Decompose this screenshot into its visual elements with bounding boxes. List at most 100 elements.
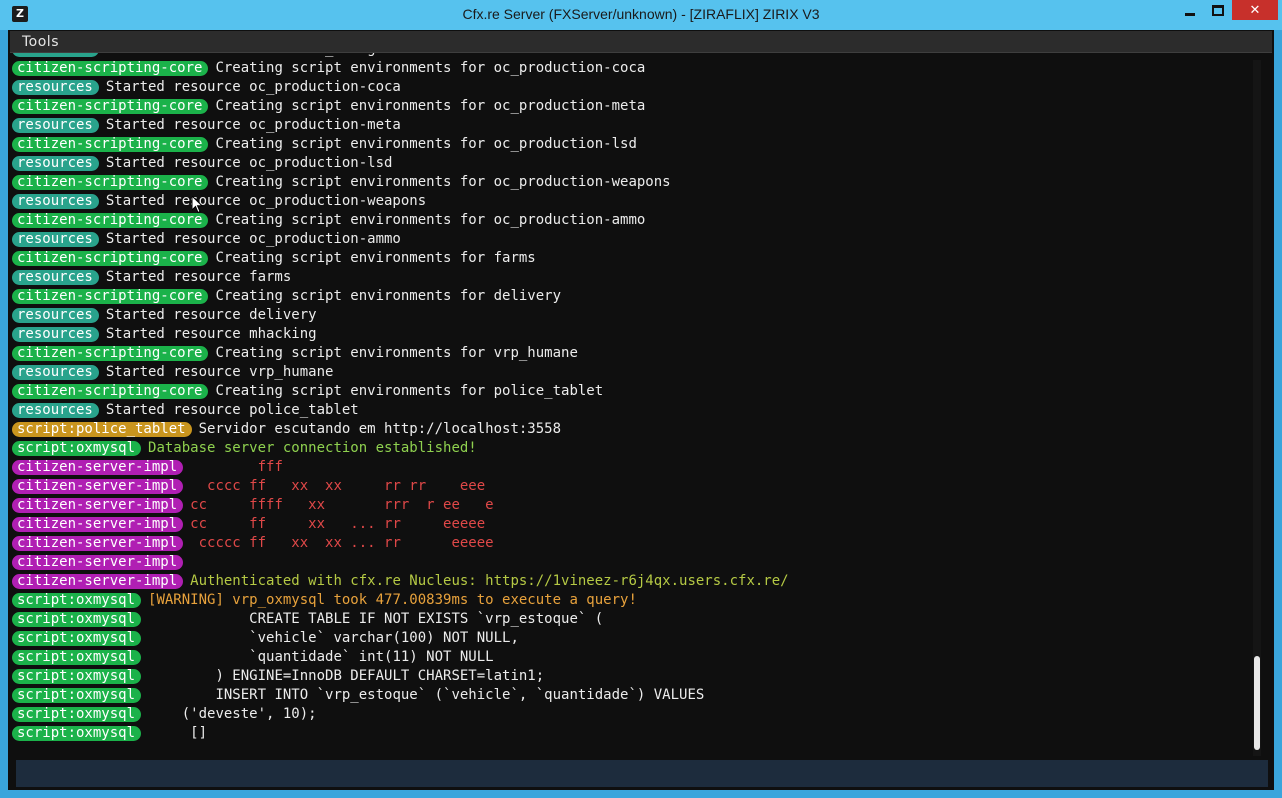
close-icon: ✕ bbox=[1249, 2, 1261, 18]
source-tag: citizen-scripting-core bbox=[12, 289, 209, 304]
console-line: script:oxmysql CREATE TABLE IF NOT EXIST… bbox=[12, 610, 603, 629]
log-message: [] bbox=[148, 725, 208, 741]
console-line: script:oxmysql INSERT INTO `vrp_estoque`… bbox=[12, 686, 704, 705]
log-message: Started resource oc_production-coca bbox=[105, 79, 401, 95]
console-line: citizen-scripting-core Creating script en… bbox=[12, 97, 645, 116]
log-message: Creating script environments for farms bbox=[215, 250, 536, 266]
source-tag: resources bbox=[12, 194, 99, 209]
log-message: cc ff xx ... rr eeeee bbox=[190, 516, 486, 532]
log-message: Started resource farms bbox=[105, 269, 292, 285]
console-scrollbar[interactable] bbox=[1253, 60, 1261, 756]
title-bar[interactable]: Z Cfx.re Server (FXServer/unknown) - [ZI… bbox=[0, 0, 1282, 30]
console-line: script:oxmysql [] bbox=[12, 724, 207, 743]
console-line: citizen-server-impl fff bbox=[12, 458, 283, 477]
source-tag: resources bbox=[12, 53, 99, 57]
console-line: citizen-server-impl Authenticated with cf… bbox=[12, 572, 789, 591]
console-line: citizen-scripting-core Creating script en… bbox=[12, 211, 645, 230]
console-line: citizen-server-impl cc ffff xx rrr r ee e bbox=[12, 496, 494, 515]
source-tag: resources bbox=[12, 118, 99, 133]
source-tag: script:oxmysql bbox=[12, 593, 142, 608]
minimize-button[interactable] bbox=[1176, 0, 1204, 20]
console-line: citizen-scripting-core Creating script en… bbox=[12, 287, 561, 306]
log-message: Started resource oc_production-weapons bbox=[105, 193, 427, 209]
maximize-button[interactable] bbox=[1204, 0, 1232, 20]
source-tag: resources bbox=[12, 80, 99, 95]
minimize-icon bbox=[1185, 12, 1195, 16]
source-tag: script:oxmysql bbox=[12, 707, 142, 722]
log-message: Database server connection established! bbox=[148, 440, 477, 456]
source-tag: citizen-server-impl bbox=[12, 517, 184, 532]
console-line: resources Started resource mhacking bbox=[12, 325, 317, 344]
source-tag: citizen-server-impl bbox=[12, 479, 184, 494]
source-tag: citizen-scripting-core bbox=[12, 213, 209, 228]
log-message: Started resource mhacking bbox=[105, 326, 317, 342]
log-message: Servidor escutando em http://localhost:3… bbox=[198, 421, 562, 437]
console-line: citizen-server-impl cccc ff xx xx rr rr … bbox=[12, 477, 485, 496]
source-tag: resources bbox=[12, 270, 99, 285]
source-tag: script:oxmysql bbox=[12, 631, 142, 646]
console-output: resourcesStarted resource lscustoms_chan… bbox=[12, 53, 1250, 757]
log-message: Started resource delivery bbox=[105, 307, 317, 323]
mouse-cursor-icon bbox=[192, 196, 204, 214]
scrollbar-thumb[interactable] bbox=[1254, 656, 1260, 750]
source-tag: resources bbox=[12, 403, 99, 418]
console-line: resources Started resource oc_production-… bbox=[12, 230, 401, 249]
console-line: citizen-scripting-core Creating script en… bbox=[12, 135, 637, 154]
source-tag: resources bbox=[12, 327, 99, 342]
log-message: Creating script environments for oc_prod… bbox=[215, 136, 637, 152]
source-tag: citizen-server-impl bbox=[12, 536, 184, 551]
source-tag: script:oxmysql bbox=[12, 650, 142, 665]
console-line: citizen-scripting-core Creating script en… bbox=[12, 173, 671, 192]
console-line: citizen-scripting-core Creating script en… bbox=[12, 382, 603, 401]
source-tag: citizen-server-impl bbox=[12, 498, 184, 513]
log-message: Started resource vrp_humane bbox=[105, 364, 334, 380]
log-message: INSERT INTO `vrp_estoque` (`vehicle`, `q… bbox=[148, 687, 705, 703]
source-tag: resources bbox=[12, 308, 99, 323]
console-line: script:oxmysql `quantidade` int(11) NOT … bbox=[12, 648, 494, 667]
source-tag: citizen-server-impl bbox=[12, 574, 184, 589]
log-message: Started resource oc_production-lsd bbox=[105, 155, 393, 171]
log-message: cc ffff xx rrr r ee e bbox=[190, 497, 494, 513]
console-line: citizen-scripting-core Creating script en… bbox=[12, 249, 536, 268]
source-tag: citizen-scripting-core bbox=[12, 346, 209, 361]
console-line: script:police_tablet Servidor escutando e… bbox=[12, 420, 561, 439]
source-tag: citizen-scripting-core bbox=[12, 61, 209, 76]
log-message: Creating script environments for oc_prod… bbox=[215, 174, 671, 190]
console-line: script:oxmysql ) ENGINE=InnoDB DEFAULT C… bbox=[12, 667, 544, 686]
console-line: script:oxmysql ('deveste', 10); bbox=[12, 705, 317, 724]
console-line: resources Started resource vrp_humane bbox=[12, 363, 333, 382]
console-line: script:oxmysql [WARNING] vrp_oxmysql took… bbox=[12, 591, 637, 610]
console-line: resources Started resource farms bbox=[12, 268, 291, 287]
source-tag: citizen-server-impl bbox=[12, 460, 184, 475]
log-message: [WARNING] vrp_oxmysql took 477.00839ms t… bbox=[148, 592, 637, 608]
source-tag: script:oxmysql bbox=[12, 669, 142, 684]
console-line: resources Started resource oc_production-… bbox=[12, 154, 392, 173]
source-tag: resources bbox=[12, 365, 99, 380]
log-message: Started resource oc_production-meta bbox=[105, 117, 401, 133]
log-message: Creating script environments for oc_prod… bbox=[215, 60, 646, 76]
source-tag: citizen-scripting-core bbox=[12, 137, 209, 152]
log-message: Started resource oc_production-ammo bbox=[105, 231, 401, 247]
log-message: Creating script environments for police_… bbox=[215, 383, 604, 399]
log-message: Authenticated with cfx.re Nucleus: https… bbox=[190, 573, 789, 589]
source-tag: script:oxmysql bbox=[12, 612, 142, 627]
console-line: citizen-scripting-core Creating script en… bbox=[12, 59, 645, 78]
close-button[interactable]: ✕ bbox=[1232, 0, 1278, 20]
console-line: resources Started resource oc_production-… bbox=[12, 78, 401, 97]
log-message: ('deveste', 10); bbox=[148, 706, 317, 722]
log-message: Creating script environments for oc_prod… bbox=[215, 212, 646, 228]
log-message: CREATE TABLE IF NOT EXISTS `vrp_estoque`… bbox=[148, 611, 604, 627]
source-tag: citizen-scripting-core bbox=[12, 175, 209, 190]
console-line: resources Started resource oc_production-… bbox=[12, 192, 426, 211]
window-title: Cfx.re Server (FXServer/unknown) - [ZIRA… bbox=[462, 6, 820, 22]
console-line: resources Started resource oc_production-… bbox=[12, 116, 401, 135]
menu-tools[interactable]: Tools bbox=[22, 34, 59, 50]
console-line: citizen-scripting-core Creating script en… bbox=[12, 344, 578, 363]
source-tag: citizen-scripting-core bbox=[12, 99, 209, 114]
source-tag: resources bbox=[12, 232, 99, 247]
command-input[interactable] bbox=[16, 760, 1268, 787]
source-tag: citizen-server-impl bbox=[12, 555, 184, 570]
source-tag: script:oxmysql bbox=[12, 441, 142, 456]
log-message: ccccc ff xx xx ... rr eeeee bbox=[190, 535, 494, 551]
log-message: `quantidade` int(11) NOT NULL bbox=[148, 649, 494, 665]
